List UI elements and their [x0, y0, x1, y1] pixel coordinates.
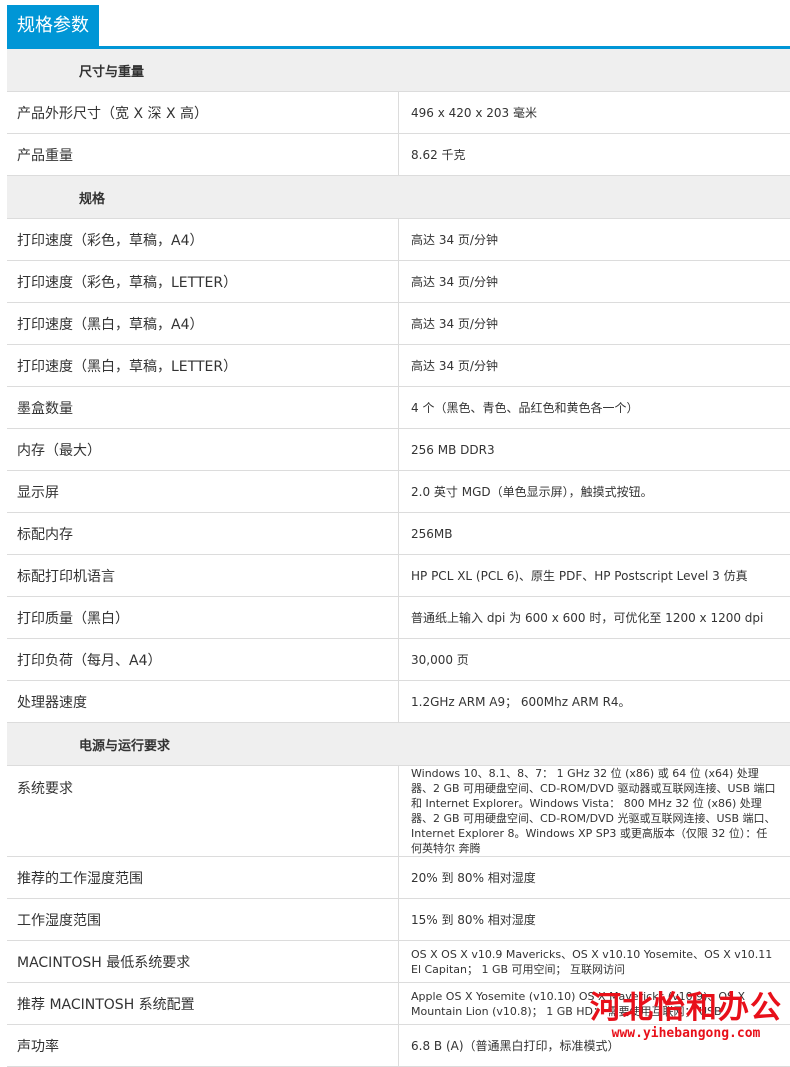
table-row: 产品重量 8.62 千克	[7, 134, 790, 176]
table-row: 产品外形尺寸（宽 X 深 X 高） 496 x 420 x 203 毫米	[7, 92, 790, 134]
row-value: OS X OS X v10.9 Mavericks、OS X v10.10 Yo…	[399, 941, 790, 983]
row-label: 墨盒数量	[7, 387, 399, 429]
row-label: 系统要求	[7, 766, 399, 857]
row-value: Windows 10、8.1、8、7： 1 GHz 32 位 (x86) 或 6…	[399, 766, 790, 857]
table-row: 墨盒数量 4 个（黑色、青色、品红色和黄色各一个）	[7, 387, 790, 429]
row-value: 高达 34 页/分钟	[399, 261, 790, 303]
table-row: 标配打印机语言 HP PCL XL (PCL 6)、原生 PDF、HP Post…	[7, 555, 790, 597]
table-row: 打印速度（黑白，草稿，A4） 高达 34 页/分钟	[7, 303, 790, 345]
table-row: MACINTOSH 最低系统要求 OS X OS X v10.9 Maveric…	[7, 941, 790, 983]
row-value: 高达 34 页/分钟	[399, 219, 790, 261]
row-value: 普通纸上输入 dpi 为 600 x 600 时，可优化至 1200 x 120…	[399, 597, 790, 639]
section-header-dimensions: 尺寸与重量	[7, 49, 790, 92]
row-value: 496 x 420 x 203 毫米	[399, 92, 790, 134]
row-value: 8.62 千克	[399, 134, 790, 176]
row-label: 处理器速度	[7, 681, 399, 723]
table-row: 打印负荷（每月、A4） 30,000 页	[7, 639, 790, 681]
spec-header-bar: 规格参数	[7, 5, 790, 49]
row-label: 标配内存	[7, 513, 399, 555]
row-label: 打印质量（黑白）	[7, 597, 399, 639]
table-row: 显示屏 2.0 英寸 MGD（单色显示屏），触摸式按钮。	[7, 471, 790, 513]
table-row: 内存（最大） 256 MB DDR3	[7, 429, 790, 471]
row-value: 高达 34 页/分钟	[399, 345, 790, 387]
table-row: 标配内存 256MB	[7, 513, 790, 555]
table-row: 打印速度（彩色，草稿，A4） 高达 34 页/分钟	[7, 219, 790, 261]
row-label: 产品外形尺寸（宽 X 深 X 高）	[7, 92, 399, 134]
table-row: 工作湿度范围 15% 到 80% 相对湿度	[7, 899, 790, 941]
section-header-specs: 规格	[7, 176, 790, 219]
table-row: 打印速度（黑白，草稿，LETTER） 高达 34 页/分钟	[7, 345, 790, 387]
watermark-url: www.yihebangong.com	[586, 1026, 786, 1042]
row-value: 30,000 页	[399, 639, 790, 681]
row-label: MACINTOSH 最低系统要求	[7, 941, 399, 983]
row-label: 声功率	[7, 1025, 399, 1067]
table-row: 打印质量（黑白） 普通纸上输入 dpi 为 600 x 600 时，可优化至 1…	[7, 597, 790, 639]
table-row: 推荐的工作湿度范围 20% 到 80% 相对湿度	[7, 857, 790, 899]
spec-header-title: 规格参数	[7, 5, 99, 46]
watermark-logo: 河北怡和办公 www.yihebangong.com	[586, 990, 786, 1042]
row-label: 推荐的工作湿度范围	[7, 857, 399, 899]
row-value: 高达 34 页/分钟	[399, 303, 790, 345]
watermark-brand: 河北怡和办公	[586, 990, 786, 1026]
spec-table: 尺寸与重量 产品外形尺寸（宽 X 深 X 高） 496 x 420 x 203 …	[7, 49, 790, 1067]
row-label: 打印负荷（每月、A4）	[7, 639, 399, 681]
row-value: HP PCL XL (PCL 6)、原生 PDF、HP Postscript L…	[399, 555, 790, 597]
row-label: 内存（最大）	[7, 429, 399, 471]
row-value: 4 个（黑色、青色、品红色和黄色各一个）	[399, 387, 790, 429]
row-label: 打印速度（黑白，草稿，LETTER）	[7, 345, 399, 387]
row-label: 打印速度（彩色，草稿，A4）	[7, 219, 399, 261]
row-value: 20% 到 80% 相对湿度	[399, 857, 790, 899]
table-row: 系统要求 Windows 10、8.1、8、7： 1 GHz 32 位 (x86…	[7, 766, 790, 857]
row-label: 打印速度（黑白，草稿，A4）	[7, 303, 399, 345]
row-value: 15% 到 80% 相对湿度	[399, 899, 790, 941]
row-value: 256MB	[399, 513, 790, 555]
row-label: 推荐 MACINTOSH 系统配置	[7, 983, 399, 1025]
row-value: 256 MB DDR3	[399, 429, 790, 471]
row-label: 工作湿度范围	[7, 899, 399, 941]
row-label: 显示屏	[7, 471, 399, 513]
row-value: 2.0 英寸 MGD（单色显示屏），触摸式按钮。	[399, 471, 790, 513]
row-label: 打印速度（彩色，草稿，LETTER）	[7, 261, 399, 303]
table-row: 处理器速度 1.2GHz ARM A9； 600Mhz ARM R4。	[7, 681, 790, 723]
row-value: 1.2GHz ARM A9； 600Mhz ARM R4。	[399, 681, 790, 723]
table-row: 打印速度（彩色，草稿，LETTER） 高达 34 页/分钟	[7, 261, 790, 303]
row-label: 产品重量	[7, 134, 399, 176]
row-label: 标配打印机语言	[7, 555, 399, 597]
section-header-power: 电源与运行要求	[7, 723, 790, 766]
